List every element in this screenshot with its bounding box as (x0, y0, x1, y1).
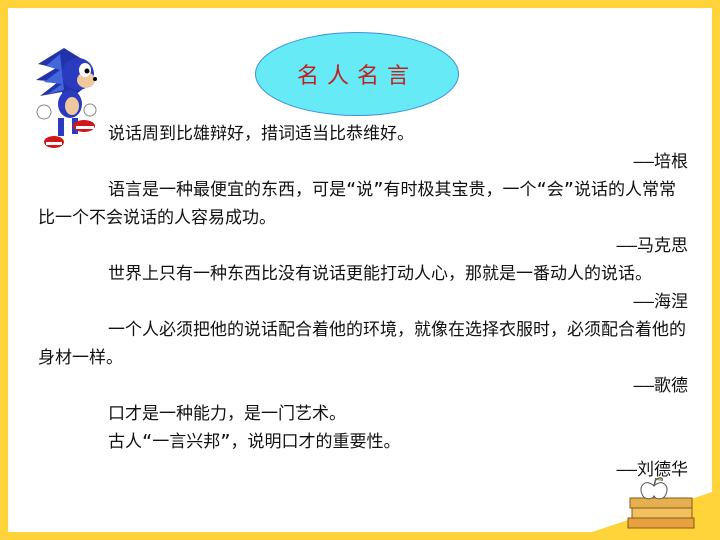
quote-4-author: ——歌德 (633, 376, 688, 396)
quote-4-text: 一个人必须把他的说话配合着他的环境，就像在选择衣服时，必须配合着他的身材一样。 (38, 320, 686, 368)
page-title: 名人名言 (296, 64, 417, 89)
books-apple-icon (627, 477, 695, 529)
quote-3-text: 世界上只有一种东西比没有说话更能打动人心，那就是一番动人的说话。 (108, 264, 652, 284)
slide: 名人名言 说话周到比雄辩好，措词适当比恭维好。 ——培根 语言是一种最便宜的东西… (0, 0, 720, 540)
quote-2-author: ——马克思 (616, 236, 688, 256)
title-oval: 名人名言 (255, 32, 459, 116)
quote-1-text: 说话周到比雄辩好，措词适当比恭维好。 (108, 124, 414, 144)
quote-3-author: ——海涅 (633, 292, 688, 312)
quote-5-author: ——刘德华 (616, 460, 688, 480)
quote-1-author: ——培根 (633, 152, 688, 172)
quotes-block: 说话周到比雄辩好，措词适当比恭维好。 ——培根 语言是一种最便宜的东西，可是“说… (38, 120, 688, 484)
quote-2-text: 语言是一种最便宜的东西，可是“说”有时极其宝贵，一个“会”说话的人常常比一个不会… (38, 180, 676, 228)
quote-5-text2: 古人“一言兴邦”，说明口才的重要性。 (108, 432, 401, 452)
quote-5-text: 口才是一种能力，是一门艺术。 (108, 404, 346, 424)
